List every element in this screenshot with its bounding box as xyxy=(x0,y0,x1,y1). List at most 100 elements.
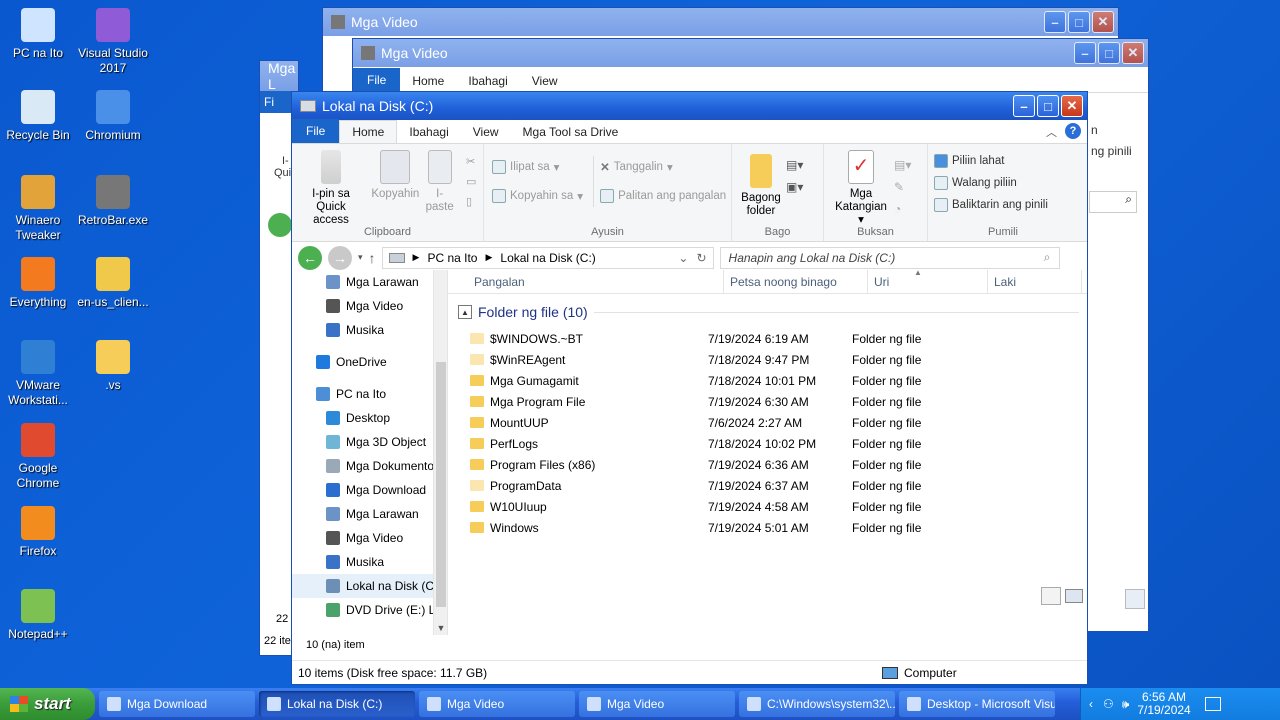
nav-item[interactable]: Mga Dokumento xyxy=(292,454,447,478)
collapse-group-icon[interactable]: ▲ xyxy=(458,305,472,319)
file-row[interactable]: Windows 7/19/2024 5:01 AM Folder ng file xyxy=(448,517,1087,538)
taskbar-button[interactable]: Mga Download xyxy=(99,691,255,717)
cut-icon[interactable]: ✂ ▭ ▯ xyxy=(466,152,478,212)
taskbar-button[interactable]: Desktop - Microsoft Visu... xyxy=(899,691,1055,717)
chevron-left-icon[interactable]: ‹ xyxy=(1089,697,1093,711)
nav-item[interactable]: PC na Ito xyxy=(292,382,447,406)
help-icon[interactable]: ? xyxy=(1065,123,1081,139)
group-header[interactable]: ▲ Folder ng file (10) xyxy=(458,304,1087,320)
maximize-button[interactable]: □ xyxy=(1098,42,1120,64)
column-date[interactable]: Petsa noong binago xyxy=(724,270,868,293)
recent-locations-icon[interactable]: ▾ xyxy=(358,252,363,263)
minimize-button[interactable]: – xyxy=(1074,42,1096,64)
notification-icon[interactable] xyxy=(1204,697,1221,711)
refresh-icon[interactable]: ↻ xyxy=(696,251,706,265)
navigation-pane[interactable]: Mga Larawan Mga Video Musika OneDrive PC na … xyxy=(292,270,448,635)
nav-item[interactable]: Mga Video xyxy=(292,526,447,550)
tab-view[interactable]: View xyxy=(520,70,570,92)
tab-view[interactable]: View xyxy=(461,121,511,143)
minimize-button[interactable]: – xyxy=(1044,11,1066,33)
move-to-button[interactable]: Ilipat sa ▾ xyxy=(492,156,583,178)
bg-window-titlebar[interactable]: Mga Video xyxy=(353,39,1148,67)
desktop-icon[interactable]: Visual Studio 2017 xyxy=(75,8,151,76)
taskbar-button[interactable]: Mga Video xyxy=(419,691,575,717)
nav-item[interactable]: Musika xyxy=(292,550,447,574)
minimize-button[interactable]: – xyxy=(1013,95,1035,117)
details-view-icon[interactable] xyxy=(1125,589,1145,609)
large-icons-view-icon[interactable] xyxy=(1065,589,1083,603)
nav-item[interactable]: Lokal na Disk (C: xyxy=(292,574,447,598)
breadcrumb-drive[interactable]: Lokal na Disk (C:) xyxy=(500,251,595,265)
taskbar-button[interactable]: Mga Video xyxy=(579,691,735,717)
file-row[interactable]: Program Files (x86) 7/19/2024 6:36 AM Fold… xyxy=(448,454,1087,475)
bg-window-titlebar[interactable]: Mga Video xyxy=(323,8,1118,36)
nav-item[interactable]: Mga 3D Object xyxy=(292,430,447,454)
file-row[interactable]: MountUUP 7/6/2024 2:27 AM Folder ng file xyxy=(448,412,1087,433)
file-row[interactable]: W10UIuup 7/19/2024 4:58 AM Folder ng file xyxy=(448,496,1087,517)
invert-selection-button[interactable]: Baliktarin ang pinili xyxy=(934,194,1074,216)
forward-button[interactable]: → xyxy=(328,245,352,270)
desktop-icon[interactable]: PC na Ito xyxy=(0,8,76,61)
open-icon[interactable]: ▤▾ ✎ ◔ xyxy=(894,154,911,220)
new-folder-button[interactable]: Bagong folder xyxy=(736,148,786,220)
nav-scrollbar[interactable]: ▼ xyxy=(433,270,447,635)
up-button[interactable]: ↑ xyxy=(369,250,376,266)
tab-ibahagi[interactable]: Ibahagi xyxy=(456,70,519,92)
desktop-icon[interactable]: Notepad++ xyxy=(0,589,76,642)
copy-button[interactable]: Kopyahin xyxy=(369,148,421,203)
delete-button[interactable]: ✕ Tanggalin ▾ xyxy=(600,156,726,178)
nav-item[interactable]: OneDrive xyxy=(292,350,447,374)
desktop-icon[interactable]: VMware Workstati... xyxy=(0,340,76,408)
paste-button[interactable]: I-paste xyxy=(425,148,455,216)
select-none-button[interactable]: Walang piliin xyxy=(934,172,1074,194)
tab-home[interactable]: Home xyxy=(400,70,456,92)
desktop-icon[interactable]: en-us_clien... xyxy=(75,257,151,310)
nav-item[interactable]: DVD Drive (E:) L1 xyxy=(292,598,447,622)
maximize-button[interactable]: □ xyxy=(1068,11,1090,33)
nav-item[interactable]: Desktop xyxy=(292,406,447,430)
breadcrumb-pc[interactable]: PC na Ito xyxy=(427,251,477,265)
nav-item[interactable]: Mga Larawan xyxy=(292,502,447,526)
start-button[interactable]: start xyxy=(0,688,95,720)
explorer-window[interactable]: Lokal na Disk (C:) – □ ✕ File Home Ibahagi… xyxy=(291,91,1088,685)
clock[interactable]: 6:56 AM 7/19/2024 xyxy=(1137,691,1190,717)
desktop-icon[interactable]: Winaero Tweaker xyxy=(0,175,76,243)
desktop-icon[interactable]: .vs xyxy=(75,340,151,393)
pin-quick-access-button[interactable]: I-pin sa Quick access xyxy=(296,148,366,229)
collapse-ribbon-icon[interactable]: ︿ xyxy=(1046,124,1057,140)
desktop-icon[interactable]: Firefox xyxy=(0,506,76,559)
tab-file[interactable]: File xyxy=(292,119,340,143)
network-icon[interactable]: ⚇ xyxy=(1103,697,1114,711)
search-icon[interactable]: ⌕ xyxy=(1089,191,1137,213)
desktop-icon[interactable]: Google Chrome xyxy=(0,423,76,491)
tab-file[interactable]: File xyxy=(353,68,401,92)
new-item-icon[interactable]: ▤▾ ▣▾ xyxy=(786,154,803,198)
file-row[interactable]: Mga Program File 7/19/2024 6:30 AM Folder … xyxy=(448,391,1087,412)
scrollbar-thumb[interactable] xyxy=(436,362,446,607)
details-view-icon[interactable] xyxy=(1041,587,1061,605)
nav-item[interactable]: Musika xyxy=(292,318,447,342)
close-button[interactable]: ✕ xyxy=(1122,42,1144,64)
file-list-pane[interactable]: Pangalan Petsa noong binago Uri Laki ▲ ▲… xyxy=(448,268,1087,635)
column-size[interactable]: Laki xyxy=(988,270,1082,293)
window-titlebar[interactable]: Lokal na Disk (C:) xyxy=(292,92,1087,120)
search-input[interactable]: Hanapin ang Lokal na Disk (C:) ⌕ xyxy=(719,246,1060,269)
volume-icon[interactable]: 🕪 xyxy=(1122,697,1130,712)
rename-button[interactable]: Palitan ang pangalan xyxy=(600,185,726,207)
file-row[interactable]: ProgramData 7/19/2024 6:37 AM Folder ng fi… xyxy=(448,475,1087,496)
nav-item[interactable]: Mga Larawan xyxy=(292,270,447,294)
close-button[interactable]: ✕ xyxy=(1092,11,1114,33)
chevron-down-icon[interactable]: ⌄ xyxy=(678,251,688,265)
bg-window-titlebar[interactable]: Mga L xyxy=(260,61,298,92)
file-row[interactable]: $WinREAgent 7/18/2024 9:47 PM Folder ng fi… xyxy=(448,349,1087,370)
nav-item[interactable]: Mga Download xyxy=(292,478,447,502)
nav-item[interactable]: Mga Video xyxy=(292,294,447,318)
taskbar-button[interactable]: C:\Windows\system32\... xyxy=(739,691,895,717)
desktop-icon[interactable]: RetroBar.exe xyxy=(75,175,151,228)
desktop-icon[interactable]: Recycle Bin xyxy=(0,90,76,143)
file-row[interactable]: PerfLogs 7/18/2024 10:02 PM Folder ng file xyxy=(448,433,1087,454)
scroll-down-icon[interactable]: ▼ xyxy=(434,623,447,633)
maximize-button[interactable]: □ xyxy=(1037,95,1059,117)
file-row[interactable]: $WINDOWS.~BT 7/19/2024 6:19 AM Folder ng f… xyxy=(448,328,1087,349)
copy-to-button[interactable]: Kopyahin sa ▾ xyxy=(492,185,583,207)
